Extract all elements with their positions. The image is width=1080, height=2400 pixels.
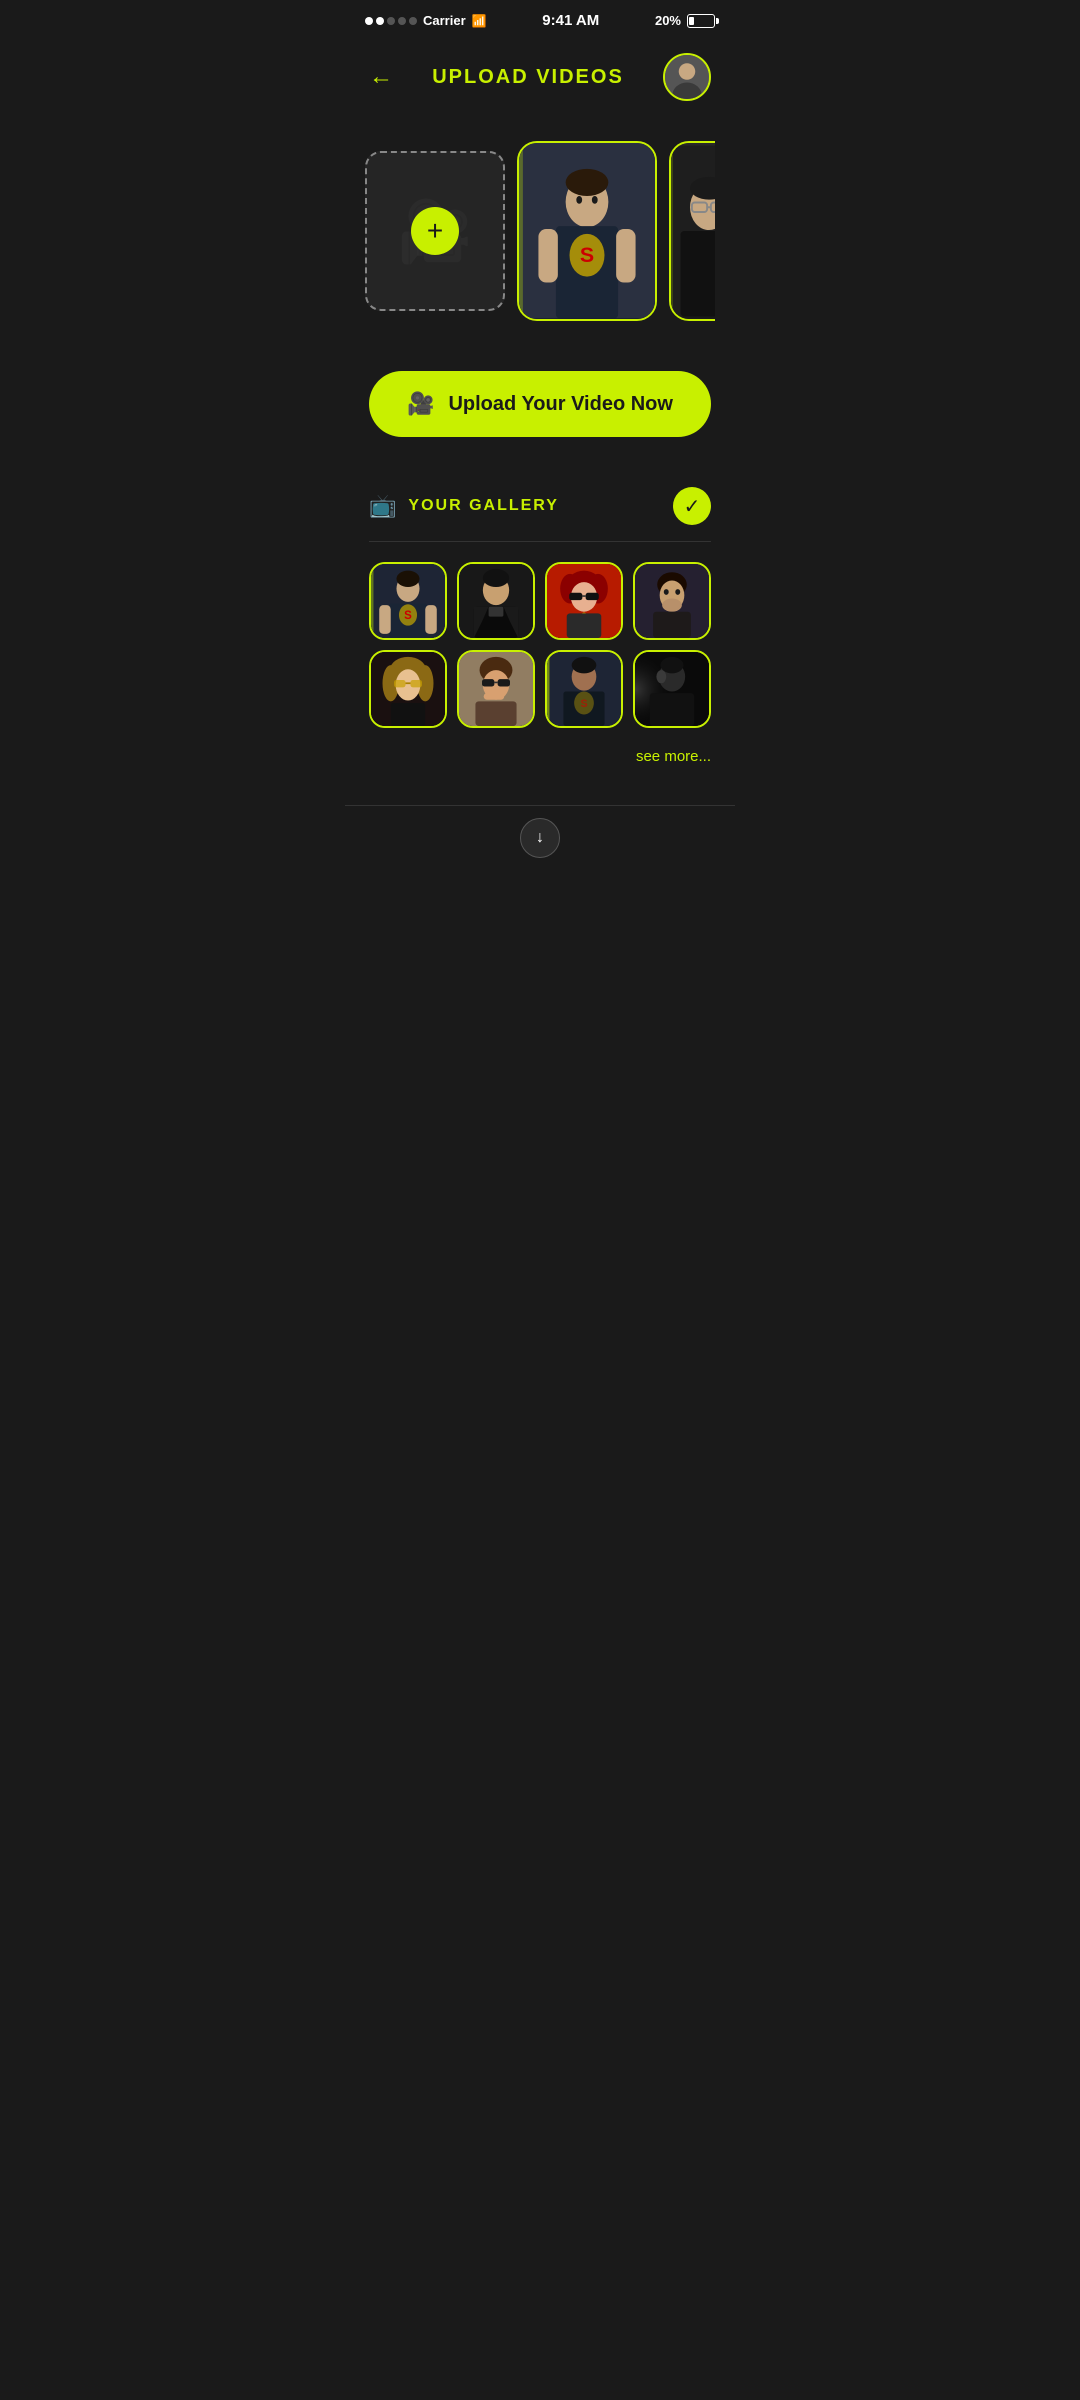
gallery-item-8[interactable] bbox=[633, 650, 711, 728]
battery-label: 20% bbox=[655, 13, 681, 28]
gallery-item-1[interactable]: S bbox=[369, 562, 447, 640]
header: ← UPLOAD VIDEOS bbox=[345, 37, 735, 121]
gallery-person-6-svg bbox=[459, 650, 533, 728]
upload-camera-icon: 🎥 bbox=[407, 391, 434, 417]
see-more-link[interactable]: see more... bbox=[636, 748, 711, 765]
svg-text:S: S bbox=[580, 698, 587, 710]
gallery-person-4-svg bbox=[635, 562, 709, 640]
gallery-item-5-image bbox=[371, 652, 445, 726]
video-thumb-1-image: S bbox=[519, 143, 655, 319]
gallery-title-row: 📺 YOUR GALLERY bbox=[369, 493, 559, 519]
gallery-person-2-svg bbox=[459, 562, 533, 640]
signal-dot-2 bbox=[376, 17, 384, 25]
video-thumb-1[interactable]: S bbox=[517, 141, 657, 321]
gallery-item-6-image bbox=[459, 652, 533, 726]
page-title: UPLOAD VIDEOS bbox=[432, 66, 624, 89]
gallery-item-5[interactable] bbox=[369, 650, 447, 728]
gallery-item-7-image: S bbox=[547, 652, 621, 726]
add-video-box[interactable]: 🎥 + bbox=[365, 151, 505, 311]
gallery-item-6[interactable] bbox=[457, 650, 535, 728]
avatar-image bbox=[665, 55, 709, 99]
bottom-bar: ↓ bbox=[345, 805, 735, 878]
time-label: 9:41 AM bbox=[542, 12, 599, 29]
wifi-icon: 📶 bbox=[472, 14, 487, 28]
status-left: Carrier 📶 bbox=[365, 13, 487, 28]
gallery-tv-icon: 📺 bbox=[369, 493, 396, 519]
signal-dot-4 bbox=[398, 17, 406, 25]
gallery-item-4-image bbox=[635, 564, 709, 638]
signal-dot-1 bbox=[365, 17, 373, 25]
gallery-grid-row-2: S bbox=[369, 650, 711, 728]
gallery-person-1-svg: S bbox=[371, 562, 445, 640]
add-plus-icon: + bbox=[411, 207, 459, 255]
gallery-person-3-svg bbox=[547, 562, 621, 640]
carrier-label: Carrier bbox=[423, 13, 466, 28]
upload-btn-section: 🎥 Upload Your Video Now bbox=[345, 331, 735, 457]
battery-icon bbox=[687, 14, 715, 28]
upload-section: 🎥 + bbox=[345, 121, 735, 331]
gallery-item-2-image bbox=[459, 564, 533, 638]
upload-button-label: Upload Your Video Now bbox=[448, 393, 672, 416]
svg-text:S: S bbox=[580, 243, 594, 267]
gallery-person-7-svg: S bbox=[547, 650, 621, 728]
gallery-person-5-svg bbox=[371, 650, 445, 728]
gallery-section: 📺 YOUR GALLERY ✓ S bbox=[345, 457, 735, 795]
upload-button[interactable]: 🎥 Upload Your Video Now bbox=[369, 371, 711, 437]
video-thumb-2[interactable] bbox=[669, 141, 715, 321]
avatar[interactable] bbox=[663, 53, 711, 101]
avatar-svg bbox=[665, 53, 709, 101]
gallery-item-7[interactable]: S bbox=[545, 650, 623, 728]
gallery-item-3-image bbox=[547, 564, 621, 638]
gallery-item-1-image: S bbox=[371, 564, 445, 638]
video-carousel: 🎥 + bbox=[365, 141, 715, 321]
status-bar: Carrier 📶 9:41 AM 20% bbox=[345, 0, 735, 37]
scroll-down-button[interactable]: ↓ bbox=[520, 818, 560, 858]
svg-text:S: S bbox=[404, 610, 412, 622]
video-thumb-2-image bbox=[671, 143, 715, 319]
gallery-title: YOUR GALLERY bbox=[408, 497, 559, 515]
gallery-item-4[interactable] bbox=[633, 562, 711, 640]
signal-dots bbox=[365, 17, 417, 25]
gallery-item-2[interactable] bbox=[457, 562, 535, 640]
signal-dot-3 bbox=[387, 17, 395, 25]
see-more-row: see more... bbox=[369, 738, 711, 785]
person-1-svg: S bbox=[519, 141, 655, 321]
gallery-grid: S bbox=[369, 562, 711, 640]
signal-dot-5 bbox=[409, 17, 417, 25]
gallery-item-3[interactable] bbox=[545, 562, 623, 640]
status-right: 20% bbox=[655, 13, 715, 28]
scroll-down-icon: ↓ bbox=[536, 829, 544, 847]
back-button[interactable]: ← bbox=[369, 65, 393, 89]
gallery-item-8-image bbox=[635, 652, 709, 726]
gallery-check-icon[interactable]: ✓ bbox=[673, 487, 711, 525]
person-2-svg bbox=[671, 141, 715, 321]
battery-fill bbox=[689, 17, 694, 25]
gallery-header: 📺 YOUR GALLERY ✓ bbox=[369, 487, 711, 542]
gallery-person-8-svg bbox=[635, 650, 709, 728]
